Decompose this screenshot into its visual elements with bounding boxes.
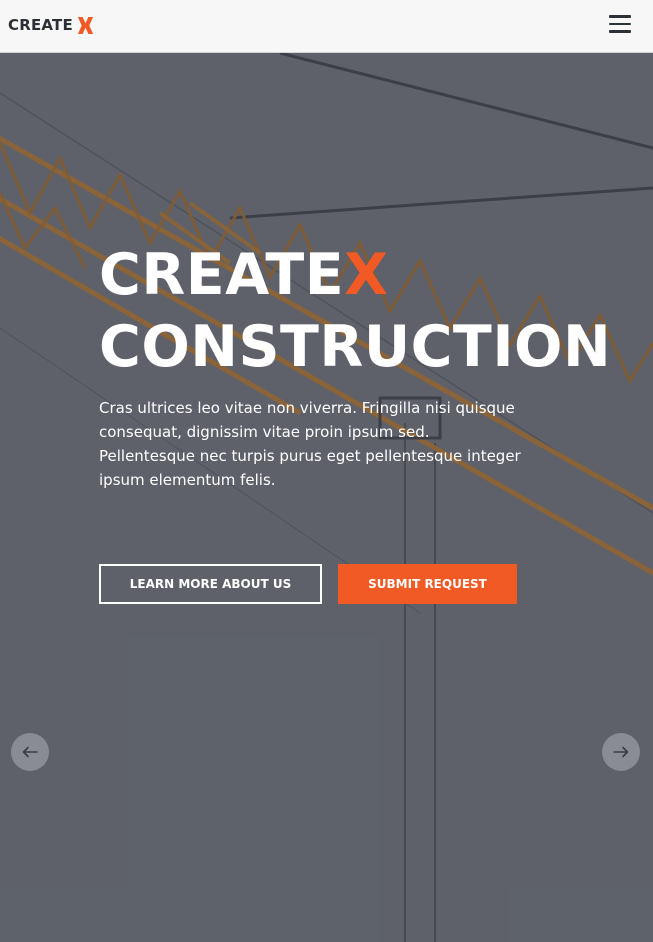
arrow-right-icon	[613, 746, 629, 758]
site-header: CREATE	[0, 0, 653, 53]
slider-next-button[interactable]	[602, 733, 640, 771]
hamburger-menu-icon[interactable]	[609, 15, 631, 35]
slider-prev-button[interactable]	[11, 733, 49, 771]
hero-title-accent: X	[344, 242, 389, 308]
submit-request-button[interactable]: SUBMIT REQUEST	[338, 564, 517, 604]
arrow-left-icon	[22, 746, 38, 758]
hero-title: CREATEX CONSTRUCTION	[99, 239, 611, 383]
hero-title-line1: CREATEX	[99, 242, 389, 308]
hero-overlay	[0, 53, 653, 942]
logo[interactable]: CREATE	[8, 14, 95, 36]
learn-more-button[interactable]: LEARN MORE ABOUT US	[99, 564, 322, 604]
hero-slider: CREATEX CONSTRUCTION Cras ultrices leo v…	[0, 53, 653, 942]
logo-text: CREATE	[8, 16, 73, 34]
logo-x-mark-icon	[76, 16, 95, 35]
hero-title-main: CREATE	[99, 242, 345, 308]
hero-description: Cras ultrices leo vitae non viverra. Fri…	[99, 399, 521, 489]
hero-title-line2: CONSTRUCTION	[99, 314, 612, 380]
